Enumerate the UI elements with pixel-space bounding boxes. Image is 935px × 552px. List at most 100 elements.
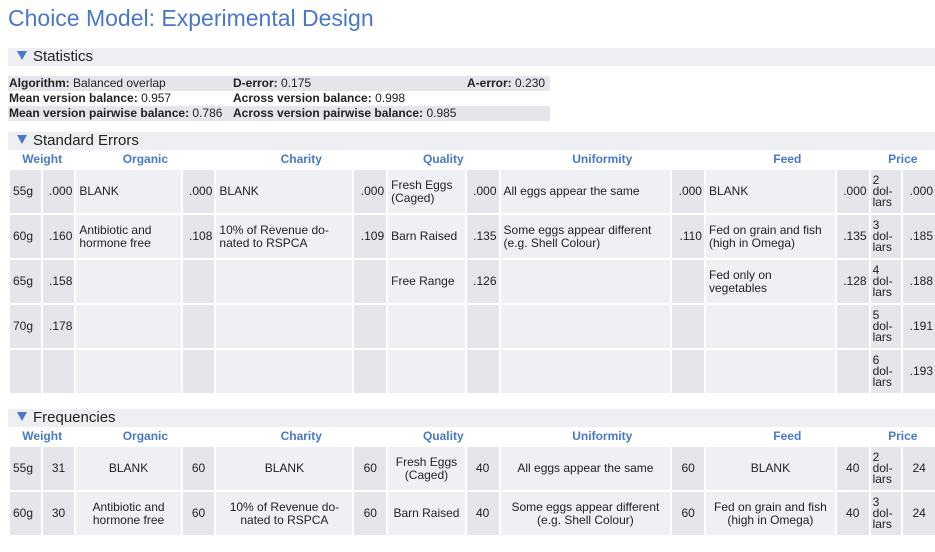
mean-version-balance-value: 0.957 xyxy=(141,91,172,105)
level-cell: 60g xyxy=(10,215,41,258)
value-cell xyxy=(466,305,499,348)
header-row: Weight Organic Charity Quality Uniformity Fee… xyxy=(10,152,935,168)
value-cell: .191 xyxy=(903,305,935,348)
value-cell: 24 xyxy=(903,447,935,490)
across-version-pairwise-balance-label: Across version pairwise balance: xyxy=(233,106,424,120)
frequencies-label: Frequencies xyxy=(33,409,116,426)
column-header-quality: Quality xyxy=(422,152,464,166)
level-cell: Fresh Eggs (Caged) xyxy=(388,447,465,490)
column-header-uniformity: Uniformity xyxy=(572,429,633,443)
collapse-triangle-icon[interactable] xyxy=(17,412,27,421)
value-cell: 60 xyxy=(354,492,387,535)
level-cell: Some eggs appear different (e.g. Shell C… xyxy=(500,492,671,535)
table-row: 6 dol-lars .193 xyxy=(10,350,935,393)
table-row: 65g .158 Free Range .126 Fed only on vegetab… xyxy=(10,260,935,303)
level-cell xyxy=(388,305,465,348)
table-row: 70g .178 5 dol-lars .191 xyxy=(10,305,935,348)
column-header-uniformity: Uniformity xyxy=(572,152,633,166)
value-cell xyxy=(354,260,387,303)
level-cell: Antibiotic and hormone free xyxy=(76,492,181,535)
value-cell xyxy=(836,350,869,393)
level-cell xyxy=(216,260,353,303)
value-cell xyxy=(182,260,215,303)
level-cell: 55g xyxy=(10,447,41,490)
level-cell: 5 dol-lars xyxy=(870,305,902,348)
value-cell: 30 xyxy=(42,492,75,535)
value-cell: 60 xyxy=(182,447,215,490)
level-cell xyxy=(216,350,353,393)
derror-label: D-error: xyxy=(233,76,278,90)
value-cell xyxy=(354,350,387,393)
column-header-weight: Weight xyxy=(22,152,63,166)
level-cell xyxy=(500,350,671,393)
column-header-price: Price xyxy=(888,429,918,443)
level-cell: BLANK xyxy=(705,447,835,490)
aerror-value: 0.230 xyxy=(515,76,546,90)
mean-version-balance-label: Mean version balance: xyxy=(9,91,138,105)
table-row: 60g 30 Antibiotic and hormone free 60 10% of… xyxy=(10,492,935,535)
value-cell: 40 xyxy=(466,447,499,490)
value-cell: .000 xyxy=(836,170,869,213)
table-row: 60g .160 Antibiotic and hormone free .108 10… xyxy=(10,215,935,258)
column-header-organic: Organic xyxy=(122,152,169,166)
level-cell: All eggs appear the same xyxy=(500,170,671,213)
statistics-section-header[interactable]: Statistics xyxy=(8,48,935,66)
column-header-charity: Charity xyxy=(280,152,322,166)
value-cell: .000 xyxy=(466,170,499,213)
level-cell: Antibiotic and hormone free xyxy=(76,215,181,258)
collapse-triangle-icon[interactable] xyxy=(17,135,27,144)
level-cell: Free Range xyxy=(388,260,465,303)
value-cell: .158 xyxy=(42,260,75,303)
level-cell xyxy=(76,350,181,393)
value-cell xyxy=(836,305,869,348)
value-cell xyxy=(182,350,215,393)
stats-row-3: Mean version pairwise balance: 0.786 Acr… xyxy=(8,106,550,121)
level-cell xyxy=(10,350,41,393)
column-header-weight: Weight xyxy=(22,429,63,443)
column-header-feed: Feed xyxy=(773,152,802,166)
level-cell xyxy=(76,305,181,348)
level-cell: BLANK xyxy=(76,447,181,490)
value-cell: 40 xyxy=(836,447,869,490)
value-cell: .188 xyxy=(903,260,935,303)
value-cell: 60 xyxy=(672,492,704,535)
table-row: 55g .000 BLANK .000 BLANK .000 Fresh Eggs (Cag… xyxy=(10,170,935,213)
stats-row-2: Mean version balance: 0.957 Across versi… xyxy=(8,91,550,106)
level-cell: BLANK xyxy=(705,170,835,213)
statistics-panel: Algorithm: Balanced overlap D-error: 0.1… xyxy=(8,76,550,121)
value-cell xyxy=(672,350,704,393)
level-cell xyxy=(500,305,671,348)
standard-errors-label: Standard Errors xyxy=(33,132,139,149)
algorithm-label: Algorithm: xyxy=(9,76,70,90)
frequencies-section-header[interactable]: Frequencies xyxy=(8,409,935,427)
level-cell xyxy=(705,350,835,393)
level-cell: 70g xyxy=(10,305,41,348)
column-header-price: Price xyxy=(888,152,918,166)
level-cell: 65g xyxy=(10,260,41,303)
standard-errors-section-header[interactable]: Standard Errors xyxy=(8,132,935,150)
level-cell: Fed only on vegetables xyxy=(705,260,835,303)
algorithm-value: Balanced overlap xyxy=(73,76,166,90)
stats-row-1: Algorithm: Balanced overlap D-error: 0.1… xyxy=(8,76,550,91)
level-cell: 3 dol-lars xyxy=(870,492,902,535)
level-cell: 2 dol-lars xyxy=(870,447,902,490)
column-header-charity: Charity xyxy=(280,429,322,443)
collapse-triangle-icon[interactable] xyxy=(17,51,27,60)
value-cell: .110 xyxy=(672,215,704,258)
aerror-label: A-error: xyxy=(467,76,512,90)
level-cell: BLANK xyxy=(216,170,353,213)
level-cell xyxy=(76,260,181,303)
value-cell: .193 xyxy=(903,350,935,393)
level-cell: Fresh Eggs (Caged) xyxy=(388,170,465,213)
level-cell: Fed on grain and fish (high in Omega) xyxy=(705,492,835,535)
level-cell: Fed on grain and fish (high in Omega) xyxy=(705,215,835,258)
across-version-pairwise-balance-value: 0.985 xyxy=(426,106,457,120)
value-cell: .109 xyxy=(354,215,387,258)
level-cell: 10% of Revenue do-nated to RSPCA xyxy=(216,492,353,535)
value-cell: 40 xyxy=(466,492,499,535)
mean-version-pairwise-balance-value: 0.786 xyxy=(192,106,223,120)
level-cell: Barn Raised xyxy=(388,215,465,258)
value-cell: 60 xyxy=(354,447,387,490)
value-cell: .000 xyxy=(903,170,935,213)
value-cell: 60 xyxy=(182,492,215,535)
